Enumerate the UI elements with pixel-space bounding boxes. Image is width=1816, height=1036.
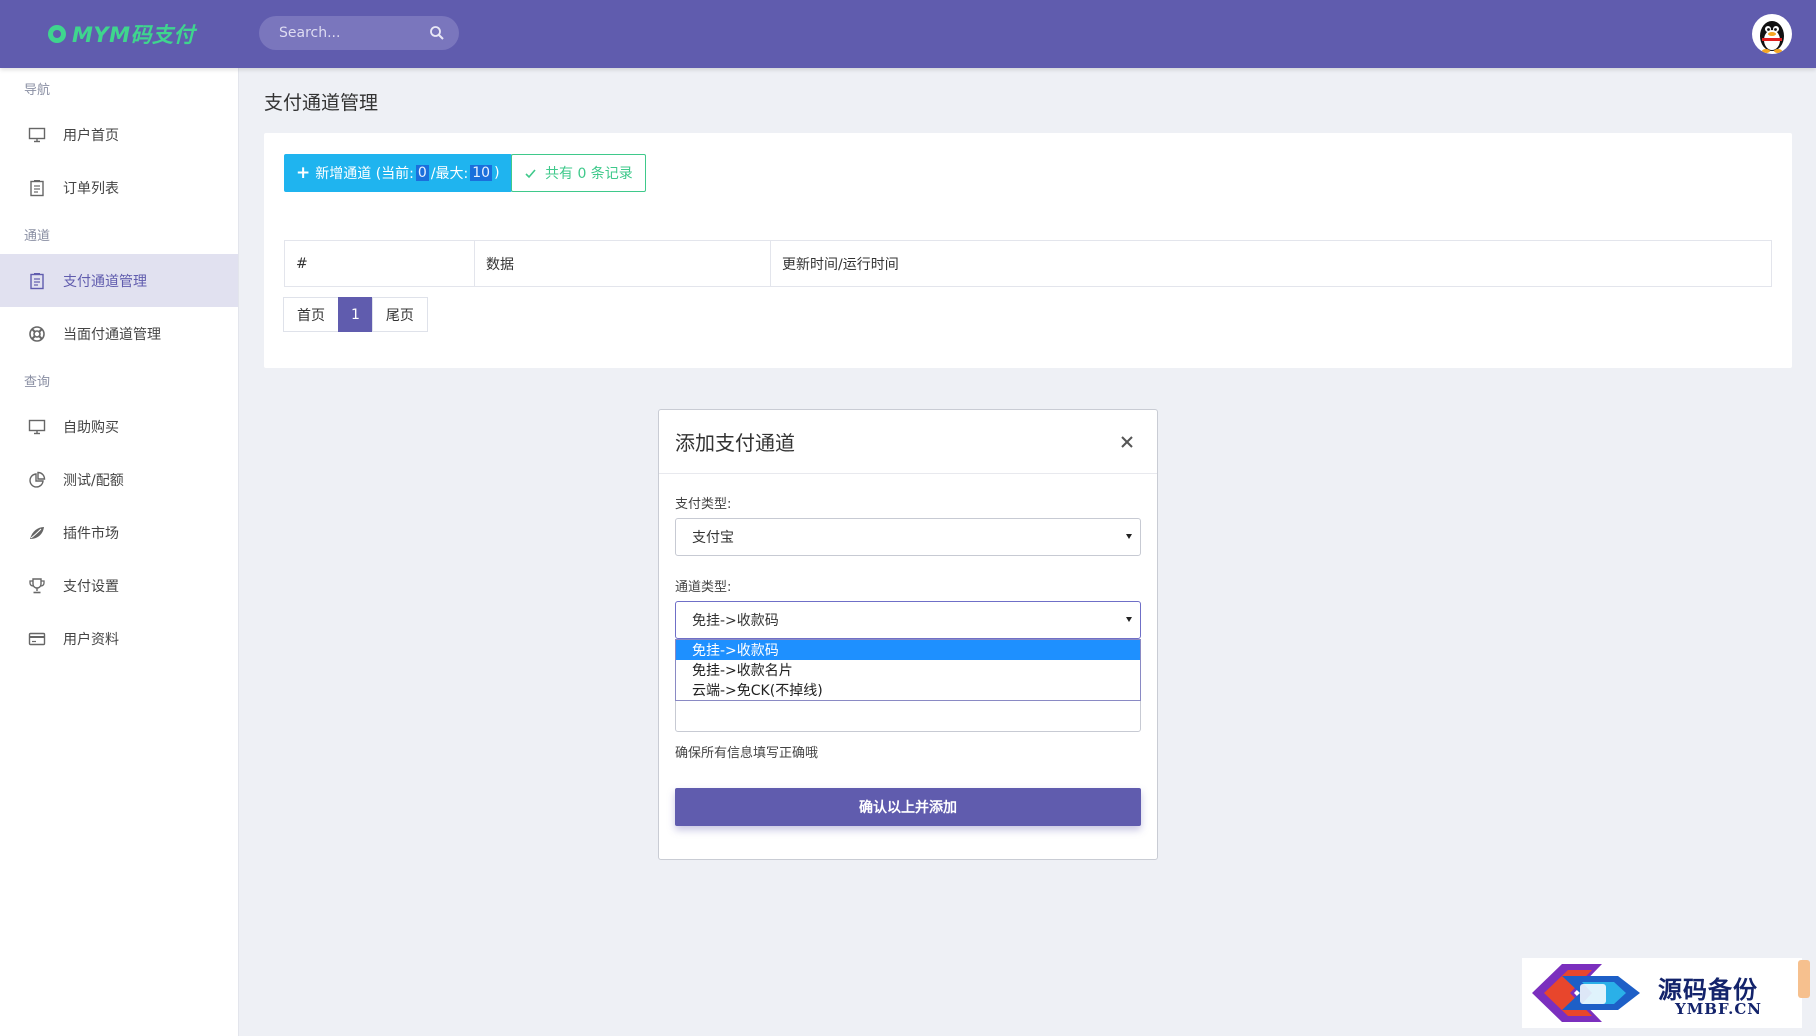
modal-header: 添加支付通道 [659, 410, 1157, 474]
pagination-first[interactable]: 首页 [283, 297, 339, 332]
sidebar: 导航 用户首页 订单列表 通道 支付通道管理 当面付通道管理 查询 自助购买 测… [0, 68, 239, 1036]
sidebar-item-label: 订单列表 [63, 180, 119, 197]
lifebuoy-icon [28, 325, 46, 343]
credit-card-icon [28, 630, 46, 648]
channel-card: + 新增通道 (当前: 0/最大: 10) 共有 0 条记录 # 数据 更新时间… [264, 133, 1792, 368]
sidebar-item-f2f-channels[interactable]: 当面付通道管理 [0, 307, 238, 360]
add-channel-button[interactable]: + 新增通道 (当前: 0/最大: 10) [284, 154, 512, 192]
pay-type-select[interactable]: 支付宝 [675, 518, 1141, 556]
chevron-down-icon [1126, 617, 1132, 622]
sidebar-item-label: 用户资料 [63, 631, 119, 648]
sidebar-section-nav: 导航 [24, 82, 51, 98]
confirm-add-button[interactable]: 确认以上并添加 [675, 788, 1141, 826]
top-bar: MYM码支付 [0, 0, 1816, 68]
add-channel-modal: 添加支付通道 支付类型: 支付宝 通道类型: 免挂->收款码 免挂->收款码 免… [658, 409, 1158, 860]
form-hint: 确保所有信息填写正确哦 [675, 746, 819, 761]
check-icon [525, 168, 536, 178]
table-header-time: 更新时间/运行时间 [782, 256, 899, 273]
sidebar-item-label: 插件市场 [63, 525, 119, 542]
watermark-emblem-icon [1532, 964, 1640, 1022]
sidebar-item-label: 支付通道管理 [63, 273, 147, 290]
sidebar-item-label: 测试/配额 [63, 472, 124, 489]
pay-type-label: 支付类型: [675, 497, 732, 512]
logo-text: MYM码支付 [72, 23, 196, 47]
channel-type-select[interactable]: 免挂->收款码 [675, 601, 1141, 639]
page-title: 支付通道管理 [264, 92, 379, 114]
monitor-icon [28, 126, 46, 144]
watermark-logo: 源码备份 YMBF.CN [1522, 958, 1802, 1028]
sidebar-section-query: 查询 [24, 374, 51, 390]
add-channel-prefix: 新增通道 (当前: [315, 166, 414, 182]
channel-table: # 数据 更新时间/运行时间 [284, 240, 1772, 287]
side-tab[interactable] [1798, 960, 1810, 998]
sidebar-item-self-purchase[interactable]: 自助购买 [0, 400, 238, 453]
dropdown-option[interactable]: 免挂->收款码 [676, 640, 1140, 660]
app-logo[interactable]: MYM码支付 [48, 18, 195, 50]
watermark-subtitle: YMBF.CN [1675, 1000, 1763, 1018]
record-count-label: 共有 0 条记录 [545, 166, 633, 182]
sidebar-section-channel: 通道 [24, 228, 51, 244]
pay-type-value: 支付宝 [692, 530, 734, 546]
channel-type-value: 免挂->收款码 [692, 613, 779, 629]
clipboard-icon [28, 179, 46, 197]
pie-chart-icon [28, 471, 46, 489]
sidebar-item-plugin-market[interactable]: 插件市场 [0, 506, 238, 559]
modal-title: 添加支付通道 [675, 431, 795, 455]
close-icon[interactable] [1107, 422, 1147, 462]
dropdown-option[interactable]: 云端->免CK(不掉线) [676, 680, 1140, 700]
add-channel-max: 10 [470, 165, 493, 181]
dropdown-option[interactable]: 免挂->收款名片 [676, 660, 1140, 680]
pagination-current[interactable]: 1 [338, 297, 373, 332]
sidebar-item-orders[interactable]: 订单列表 [0, 161, 238, 214]
clipboard-icon [28, 272, 46, 290]
add-channel-suffix: ) [494, 165, 500, 181]
sidebar-item-label: 自助购买 [63, 419, 119, 436]
search-box [259, 16, 459, 50]
sidebar-item-user-home[interactable]: 用户首页 [0, 108, 238, 161]
pagination-last[interactable]: 尾页 [371, 297, 428, 332]
pagination: 首页 1 尾页 [283, 297, 428, 332]
sidebar-item-test-quota[interactable]: 测试/配额 [0, 453, 238, 506]
leaf-icon [28, 524, 46, 542]
add-channel-middle: /最大: [430, 166, 469, 182]
add-channel-current: 0 [415, 165, 429, 181]
trophy-icon [28, 577, 46, 595]
logo-icon [48, 25, 66, 43]
search-input[interactable] [259, 16, 419, 50]
sidebar-item-label: 当面付通道管理 [63, 326, 161, 343]
sidebar-item-payment-settings[interactable]: 支付设置 [0, 559, 238, 612]
sidebar-item-payment-channels[interactable]: 支付通道管理 [0, 254, 238, 307]
search-icon[interactable] [429, 25, 445, 41]
sidebar-item-label: 用户首页 [63, 127, 119, 144]
sidebar-item-label: 支付设置 [63, 578, 119, 595]
plus-icon: + [296, 163, 311, 183]
table-header-data: 数据 [475, 241, 771, 286]
user-avatar[interactable] [1752, 14, 1792, 54]
chevron-down-icon [1126, 534, 1132, 539]
monitor-icon [28, 418, 46, 436]
sidebar-item-user-profile[interactable]: 用户资料 [0, 612, 238, 665]
channel-type-dropdown: 免挂->收款码 免挂->收款名片 云端->免CK(不掉线) [675, 639, 1141, 701]
penguin-avatar-icon [1760, 21, 1784, 53]
table-header-id: # [285, 241, 475, 286]
channel-type-label: 通道类型: [675, 580, 732, 595]
record-count-button[interactable]: 共有 0 条记录 [511, 154, 646, 192]
